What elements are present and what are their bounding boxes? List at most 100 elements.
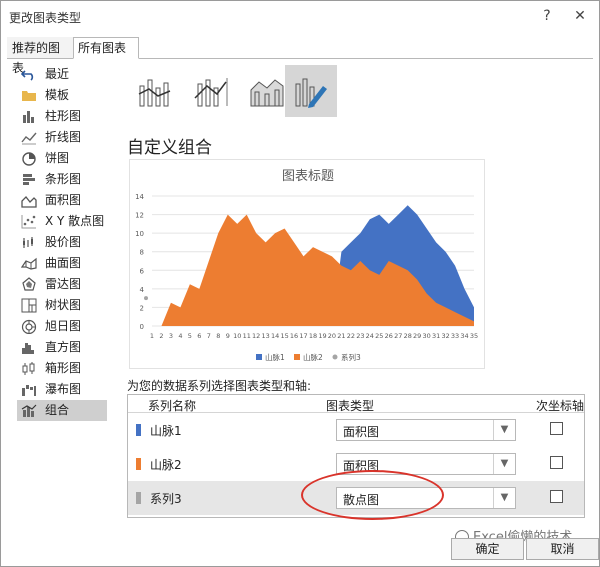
sidebar-item-label: 条形图 — [45, 172, 82, 186]
series-name: 山脉1 — [150, 424, 182, 438]
series-table-header: 系列名称 图表类型 次坐标轴 — [128, 395, 584, 413]
series-name: 系列3 — [150, 492, 182, 506]
sidebar-item-box-whisker[interactable]: 箱形图 — [17, 358, 107, 379]
secondary-axis-checkbox[interactable] — [550, 422, 563, 435]
sidebar-item-label: 雷达图 — [45, 277, 82, 291]
sidebar-item-label: X Y 散点图 — [45, 214, 105, 228]
x-tick-label: 12 — [252, 332, 260, 340]
x-tick-label: 3 — [169, 332, 173, 340]
chart-preview: 图表标题 0 2 4 6 8 10 12 14 1 2 3 4 5 6 7 8 9 10 11 12 13 14 15 16 17… — [129, 159, 485, 369]
section-title: 自定义组合 — [127, 138, 212, 158]
chart-type-select[interactable]: 面积图 ▼ — [336, 419, 516, 441]
sidebar-item-combo[interactable]: 组合 — [17, 400, 107, 421]
chevron-down-icon[interactable]: ▼ — [493, 488, 515, 508]
sidebar-item-label: 旭日图 — [45, 319, 82, 333]
bar-chart-icon — [23, 174, 35, 185]
sidebar-item-line[interactable]: 折线图 — [17, 127, 107, 148]
x-tick-label: 27 — [394, 332, 402, 340]
sidebar-item-column[interactable]: 柱形图 — [17, 106, 107, 127]
combo-subtype-clustered-line-secondary[interactable] — [185, 65, 237, 117]
column-chart-icon — [23, 111, 34, 123]
sidebar-item-label: 树状图 — [45, 298, 82, 312]
ok-button[interactable]: 确定 — [451, 538, 524, 560]
combo-chart-icon — [21, 404, 37, 417]
sidebar-item-label: 面积图 — [45, 193, 82, 207]
chevron-down-icon[interactable]: ▼ — [493, 420, 515, 440]
col-secondary-axis: 次坐标轴 — [536, 399, 585, 413]
sidebar-item-bar[interactable]: 条形图 — [17, 169, 107, 190]
sidebar-item-area[interactable]: 面积图 — [17, 190, 107, 211]
tab-recommended[interactable]: 推荐的图表 — [7, 37, 73, 75]
y-tick-label: 6 — [140, 267, 145, 275]
y-tick-label: 0 — [140, 323, 144, 331]
close-button[interactable]: ✕ — [569, 5, 591, 27]
series-color-swatch — [136, 492, 141, 504]
treemap-icon — [21, 298, 37, 313]
x-tick-label: 22 — [347, 332, 355, 340]
legend-swatch — [256, 354, 262, 360]
sidebar-item-recent[interactable]: 最近 — [17, 64, 107, 85]
sidebar-item-stock[interactable]: 股价图 — [17, 232, 107, 253]
combo-subtype-custom[interactable] — [285, 65, 337, 117]
x-tick-label: 4 — [178, 332, 182, 340]
combo-instruction: 为您的数据系列选择图表类型和轴: — [127, 379, 312, 393]
tab-all-charts[interactable]: 所有图表 — [73, 37, 139, 59]
sidebar-item-histogram[interactable]: 直方图 — [17, 337, 107, 358]
sidebar-item-pie[interactable]: 饼图 — [17, 148, 107, 169]
window-title: 更改图表类型 — [9, 11, 82, 25]
x-tick-label: 16 — [290, 332, 298, 340]
x-tick-label: 5 — [188, 332, 192, 340]
sidebar-item-radar[interactable]: 雷达图 — [17, 274, 107, 295]
secondary-axis-checkbox[interactable] — [550, 456, 563, 469]
sidebar-item-sunburst[interactable]: 旭日图 — [17, 316, 107, 337]
x-tick-label: 7 — [207, 332, 211, 340]
help-button[interactable]: ? — [536, 5, 558, 27]
col-chart-type: 图表类型 — [326, 399, 375, 413]
legend-label: 山脉2 — [303, 352, 323, 362]
sidebar-item-templates[interactable]: 模板 — [17, 85, 107, 106]
sidebar-item-label: 折线图 — [45, 130, 82, 144]
red-highlight-circle — [301, 470, 444, 520]
y-tick-label: 2 — [140, 304, 144, 312]
box-whisker-icon — [22, 362, 35, 375]
combo-subtype-clustered-line[interactable] — [129, 65, 181, 117]
x-tick-label: 30 — [423, 332, 431, 340]
x-tick-label: 31 — [432, 332, 440, 340]
y-tick-label: 10 — [135, 230, 144, 238]
scatter-point — [144, 296, 148, 301]
scatter-chart-icon — [21, 215, 36, 229]
x-tick-label: 25 — [375, 332, 383, 340]
x-tick-label: 9 — [226, 332, 230, 340]
undo-icon — [21, 70, 34, 81]
legend-label: 山脉1 — [265, 352, 285, 362]
x-tick-label: 23 — [356, 332, 364, 340]
sidebar-item-label: 组合 — [45, 403, 70, 417]
sidebar-item-surface[interactable]: 曲面图 — [17, 253, 107, 274]
legend-swatch — [332, 354, 338, 360]
combo-area-column-icon — [250, 79, 284, 107]
x-tick-label: 26 — [385, 332, 393, 340]
line-chart-icon — [21, 132, 37, 145]
surface-chart-icon — [21, 257, 37, 270]
secondary-axis-checkbox[interactable] — [550, 490, 563, 503]
x-tick-label: 10 — [233, 332, 241, 340]
x-tick-label: 33 — [451, 332, 459, 340]
series-row[interactable]: 山脉1 面积图 ▼ — [128, 413, 584, 447]
sidebar-item-label: 瀑布图 — [45, 382, 82, 396]
chart-canvas: 图表标题024681012141 2 3 4 5 6 7 8 9 10 11 12 13 14 15 16 17… — [135, 169, 478, 362]
chevron-down-icon[interactable]: ▼ — [493, 454, 515, 474]
sidebar-item-label: 模板 — [45, 88, 70, 102]
x-tick-label: 2 — [159, 332, 163, 340]
sidebar-item-label: 股价图 — [45, 235, 82, 249]
histogram-icon — [22, 343, 34, 354]
sidebar-item-scatter[interactable]: X Y 散点图 — [17, 211, 107, 232]
sidebar-item-waterfall[interactable]: 瀑布图 — [17, 379, 107, 400]
series-name: 山脉2 — [150, 458, 182, 472]
area-chart-icon — [21, 196, 37, 208]
sidebar-item-treemap[interactable]: 树状图 — [17, 295, 107, 316]
x-tick-label: 29 — [413, 332, 421, 340]
combo-column-line-secondary-icon — [194, 78, 228, 107]
radar-chart-icon — [22, 277, 36, 291]
x-tick-label: 19 — [318, 332, 326, 340]
cancel-button[interactable]: 取消 — [526, 538, 599, 560]
